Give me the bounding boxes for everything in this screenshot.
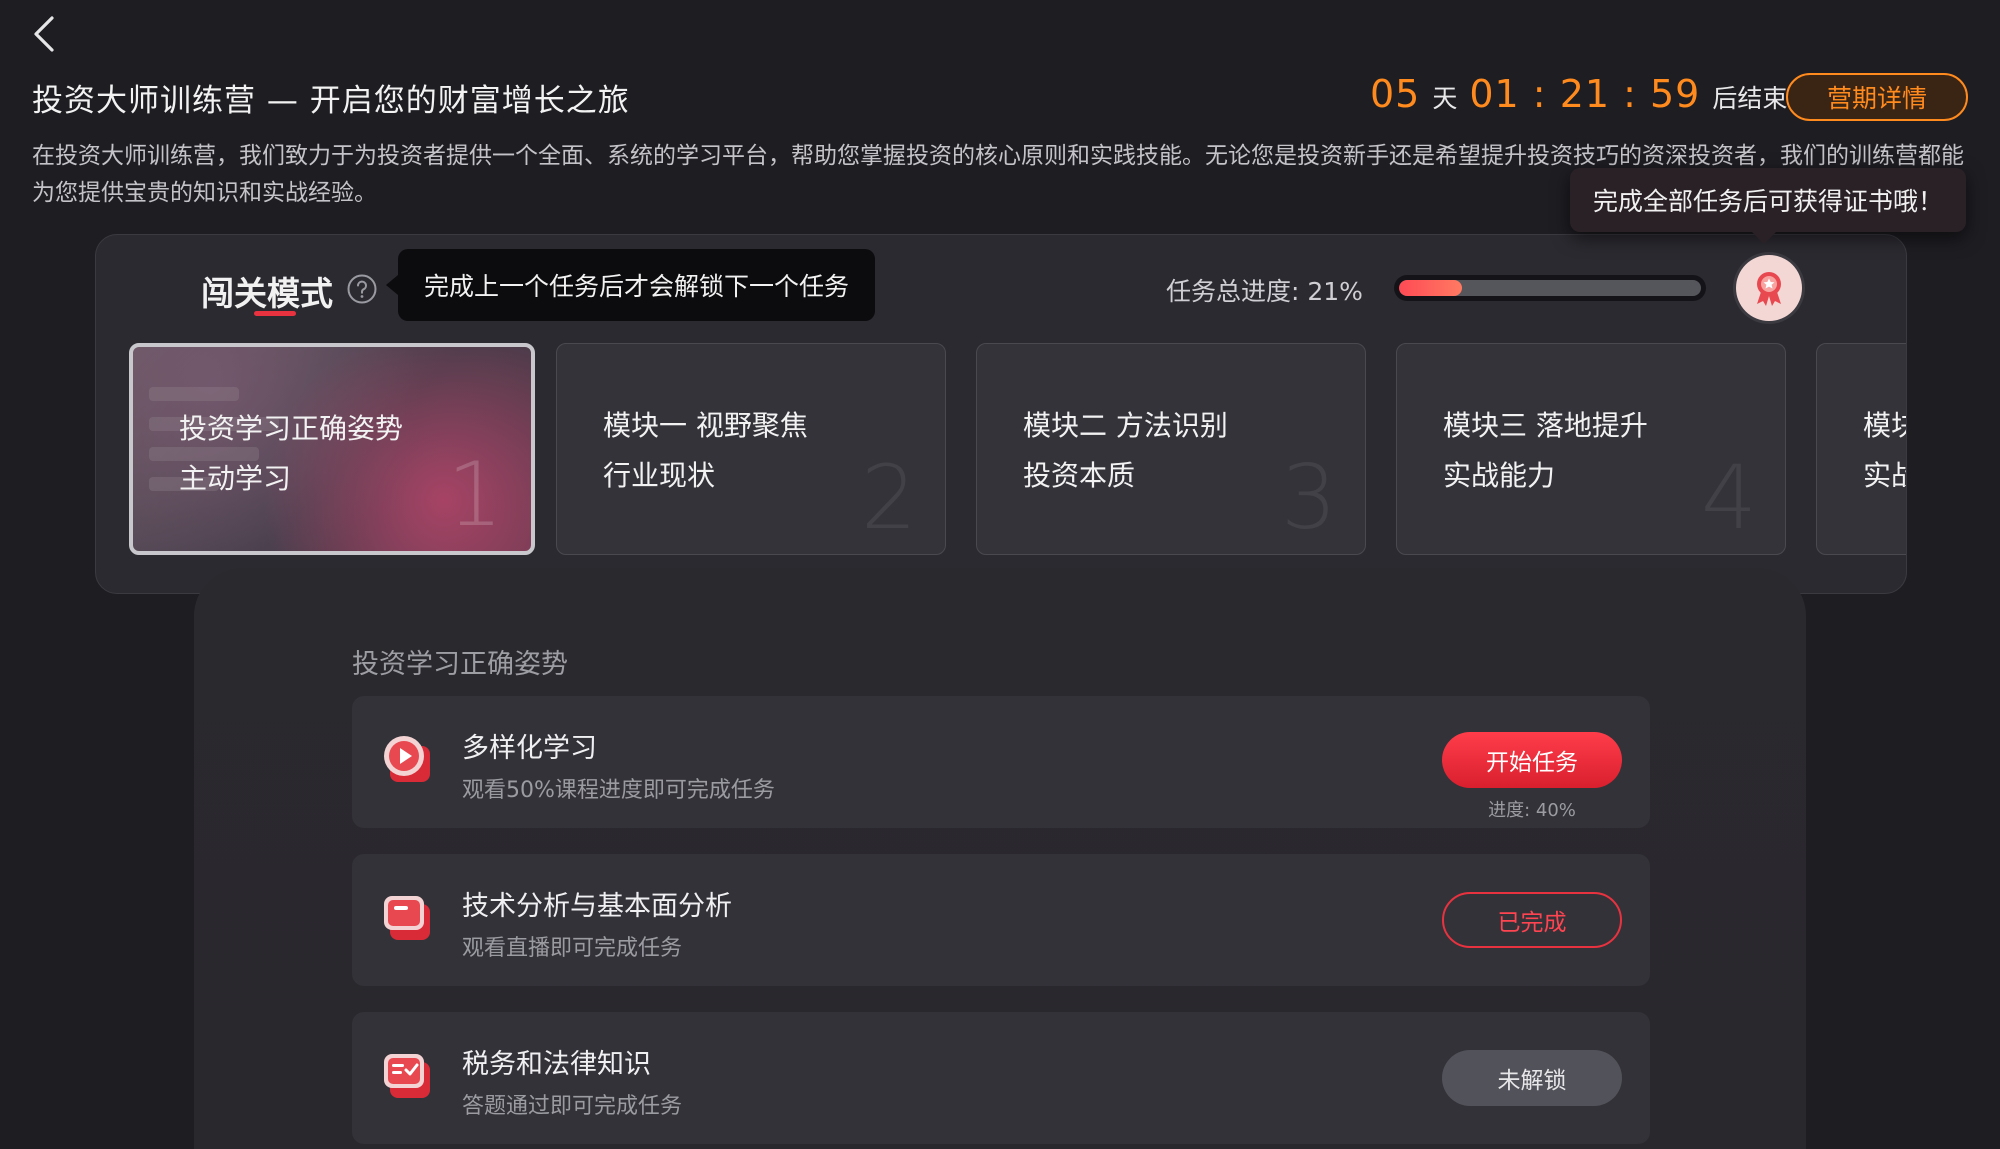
page-title: 投资大师训练营 — 开启您的财富增长之旅 bbox=[32, 83, 630, 119]
module-subtitle: 主动学习 bbox=[179, 462, 292, 495]
module-card-3[interactable]: 模块二 方法识别 投资本质 3 bbox=[976, 343, 1366, 555]
task-row: 多样化学习 观看50%课程进度即可完成任务 开始任务 进度: 40% bbox=[352, 696, 1650, 828]
live-broadcast-icon bbox=[384, 896, 430, 940]
task-title: 税务和法律知识 bbox=[462, 1049, 651, 1080]
module-subtitle: 实战能力 bbox=[1443, 459, 1556, 492]
total-progress-track bbox=[1399, 280, 1701, 296]
module-card-5[interactable]: 模块 实战 bbox=[1816, 343, 1906, 555]
quiz-check-icon bbox=[384, 1054, 430, 1098]
section-title: 投资学习正确姿势 bbox=[352, 649, 568, 680]
countdown-days: 05 bbox=[1370, 72, 1421, 116]
module-number: 2 bbox=[861, 446, 917, 549]
back-button[interactable] bbox=[24, 14, 64, 54]
certificate-tooltip: 完成全部任务后可获得证书哦！ bbox=[1570, 168, 1966, 244]
task-row: 技术分析与基本面分析 观看直播即可完成任务 已完成 bbox=[352, 854, 1650, 986]
medal-icon bbox=[1757, 272, 1781, 306]
module-title: 模块二 方法识别 bbox=[1023, 409, 1228, 442]
completed-button[interactable]: 已完成 bbox=[1442, 892, 1622, 948]
back-arrow-icon bbox=[34, 16, 54, 52]
module-card-2[interactable]: 模块一 视野聚焦 行业现状 2 bbox=[556, 343, 946, 555]
task-title: 多样化学习 bbox=[462, 733, 597, 764]
mode-title-underline bbox=[254, 311, 296, 316]
camp-details-button[interactable]: 营期详情 bbox=[1786, 73, 1968, 121]
task-progress: 进度: 40% bbox=[1488, 800, 1576, 821]
module-card-1[interactable]: 投资学习正确姿势 主动学习 1 bbox=[129, 343, 535, 555]
countdown-suffix: 后结束 bbox=[1712, 84, 1788, 113]
countdown: 05 天 01 : 21 : 59 后结束 bbox=[1370, 72, 1787, 122]
locked-button[interactable]: 未解锁 bbox=[1442, 1050, 1622, 1106]
module-subtitle: 投资本质 bbox=[1023, 459, 1136, 492]
start-task-button[interactable]: 开始任务 bbox=[1442, 732, 1622, 788]
video-play-icon bbox=[384, 736, 430, 782]
module-subtitle: 实战 bbox=[1863, 459, 1906, 492]
module-number: 1 bbox=[447, 443, 503, 546]
certificate-badge-icon[interactable] bbox=[1736, 255, 1802, 321]
challenge-mode-panel: 闯关模式 完成上一个任务后才会解锁下一个任务 任务总进度: 21% 投资学习正确… bbox=[95, 234, 1907, 594]
module-title: 投资学习正确姿势 bbox=[179, 412, 404, 445]
countdown-time: 01 : 21 : 59 bbox=[1469, 72, 1701, 116]
module-title: 模块一 视野聚焦 bbox=[603, 409, 808, 442]
countdown-days-unit: 天 bbox=[1432, 84, 1458, 113]
task-description: 观看直播即可完成任务 bbox=[462, 936, 683, 961]
module-title: 模块 bbox=[1863, 409, 1906, 442]
module-card-4[interactable]: 模块三 落地提升 实战能力 4 bbox=[1396, 343, 1786, 555]
module-title: 模块三 落地提升 bbox=[1443, 409, 1648, 442]
module-number: 4 bbox=[1701, 446, 1757, 549]
total-progress-bar bbox=[1394, 275, 1706, 301]
mode-title: 闯关模式 bbox=[201, 274, 333, 313]
help-icon[interactable] bbox=[346, 273, 378, 305]
module-subtitle: 行业现状 bbox=[603, 459, 716, 492]
total-progress-fill bbox=[1399, 280, 1463, 296]
total-progress-label: 任务总进度: 21% bbox=[1166, 277, 1363, 306]
module-number: 3 bbox=[1281, 446, 1337, 549]
task-description: 答题通过即可完成任务 bbox=[462, 1094, 683, 1119]
mode-tooltip: 完成上一个任务后才会解锁下一个任务 bbox=[385, 249, 876, 321]
task-description: 观看50%课程进度即可完成任务 bbox=[462, 778, 775, 803]
task-row: 税务和法律知识 答题通过即可完成任务 未解锁 bbox=[352, 1012, 1650, 1144]
task-title: 技术分析与基本面分析 bbox=[462, 891, 732, 922]
